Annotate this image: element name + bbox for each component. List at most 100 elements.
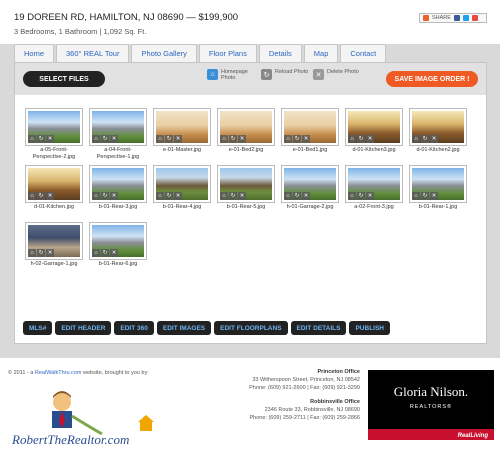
photo-card[interactable]: ⌂ ↻ ✕ e-01-Bed1.jpg <box>281 108 339 163</box>
home-icon[interactable]: ⌂ <box>412 135 420 143</box>
photo-card[interactable]: ⌂ ↻ ✕ h-01-Garrage-2.jpg <box>281 165 339 220</box>
photo-card[interactable]: ⌂ ↻ ✕ d-01-Kitchen2.jpg <box>409 108 467 163</box>
tab-home[interactable]: Home <box>14 44 55 62</box>
photo-card[interactable]: ⌂ ↻ ✕ a-05-Front-Perspective-2.jpg <box>25 108 83 163</box>
reload-icon[interactable]: ↻ <box>357 135 365 143</box>
photo-thumbnail[interactable]: ⌂ ↻ ✕ <box>25 165 83 203</box>
reload-icon[interactable]: ↻ <box>101 249 109 257</box>
realwalkthru-link[interactable]: RealWalkThru.com <box>35 370 82 376</box>
delete-icon[interactable]: ✕ <box>174 192 182 200</box>
reload-icon[interactable]: ↻ <box>357 192 365 200</box>
share-button[interactable]: SHARE <box>419 13 487 23</box>
twitter-icon[interactable] <box>462 15 469 21</box>
gloria-nilson-logo[interactable]: Gloria Nilson. REALTORS® RealLiving <box>368 370 494 440</box>
photo-card[interactable]: ⌂ ↻ ✕ h-02-Garrage-1.jpg <box>25 222 83 277</box>
reload-icon[interactable]: ↻ <box>421 135 429 143</box>
photo-thumbnail[interactable]: ⌂ ↻ ✕ <box>217 108 275 146</box>
robert-the-realtor-logo[interactable]: RobertTheRealtor.com <box>10 386 160 450</box>
photo-thumbnail[interactable]: ⌂ ↻ ✕ <box>89 222 147 260</box>
home-icon[interactable]: ⌂ <box>220 192 228 200</box>
home-icon[interactable]: ⌂ <box>92 135 100 143</box>
photo-card[interactable]: ⌂ ↻ ✕ e-01-Master.jpg <box>153 108 211 163</box>
photo-card[interactable]: ⌂ ↻ ✕ d-01-Kitchen3.jpg <box>345 108 403 163</box>
photo-card[interactable]: ⌂ ↻ ✕ b-01-Rear-5.jpg <box>217 165 275 220</box>
photo-card[interactable]: ⌂ ↻ ✕ e-01-Bed2.jpg <box>217 108 275 163</box>
home-icon[interactable]: ⌂ <box>348 135 356 143</box>
edit-360-button[interactable]: EDIT 360 <box>114 321 154 335</box>
reload-icon[interactable]: ↻ <box>421 192 429 200</box>
reload-icon[interactable]: ↻ <box>229 192 237 200</box>
home-icon[interactable]: ⌂ <box>92 192 100 200</box>
photo-thumbnail[interactable]: ⌂ ↻ ✕ <box>153 165 211 203</box>
reload-icon[interactable]: ↻ <box>293 192 301 200</box>
reload-icon[interactable]: ↻ <box>37 192 45 200</box>
photo-thumbnail[interactable]: ⌂ ↻ ✕ <box>217 165 275 203</box>
facebook-icon[interactable] <box>453 15 460 21</box>
home-icon[interactable]: ⌂ <box>28 135 36 143</box>
photo-thumbnail[interactable]: ⌂ ↻ ✕ <box>281 108 339 146</box>
photo-card[interactable]: ⌂ ↻ ✕ b-01-Rear-6.jpg <box>89 222 147 277</box>
delete-icon[interactable]: ✕ <box>430 192 438 200</box>
mls-button[interactable]: MLS# <box>23 321 53 335</box>
photo-card[interactable]: ⌂ ↻ ✕ a-04-Front-Perspective-1.jpg <box>89 108 147 163</box>
tab-map[interactable]: Map <box>303 44 339 62</box>
delete-icon[interactable]: ✕ <box>46 192 54 200</box>
reload-icon[interactable]: ↻ <box>101 135 109 143</box>
photo-card[interactable]: ⌂ ↻ ✕ b-01-Rear-1.jpg <box>409 165 467 220</box>
photo-thumbnail[interactable]: ⌂ ↻ ✕ <box>89 108 147 146</box>
delete-icon[interactable]: ✕ <box>46 135 54 143</box>
save-image-order-button[interactable]: SAVE IMAGE ORDER ! <box>386 71 478 87</box>
delete-icon[interactable]: ✕ <box>110 135 118 143</box>
photo-thumbnail[interactable]: ⌂ ↻ ✕ <box>281 165 339 203</box>
home-icon[interactable]: ⌂ <box>156 135 164 143</box>
select-files-button[interactable]: SELECT FILES <box>23 71 105 87</box>
photo-thumbnail[interactable]: ⌂ ↻ ✕ <box>25 108 83 146</box>
home-icon[interactable]: ⌂ <box>220 135 228 143</box>
photo-thumbnail[interactable]: ⌂ ↻ ✕ <box>89 165 147 203</box>
delete-icon[interactable]: ✕ <box>238 192 246 200</box>
delete-icon[interactable]: ✕ <box>430 135 438 143</box>
home-icon[interactable]: ⌂ <box>28 249 36 257</box>
tab-360-tour[interactable]: 360° REAL Tour <box>56 44 130 62</box>
delete-icon[interactable]: ✕ <box>110 192 118 200</box>
photo-card[interactable]: ⌂ ↻ ✕ b-01-Rear-3.jpg <box>89 165 147 220</box>
home-icon[interactable]: ⌂ <box>284 192 292 200</box>
home-icon[interactable]: ⌂ <box>156 192 164 200</box>
reload-icon[interactable]: ↻ <box>165 135 173 143</box>
delete-icon[interactable]: ✕ <box>46 249 54 257</box>
reload-icon[interactable]: ↻ <box>165 192 173 200</box>
delete-icon[interactable]: ✕ <box>238 135 246 143</box>
reload-icon[interactable]: ↻ <box>101 192 109 200</box>
edit-details-button[interactable]: EDIT DETAILS <box>290 321 347 335</box>
home-icon[interactable]: ⌂ <box>284 135 292 143</box>
reload-icon[interactable]: ↻ <box>37 249 45 257</box>
delete-icon[interactable]: ✕ <box>366 135 374 143</box>
delete-icon[interactable]: ✕ <box>366 192 374 200</box>
photo-thumbnail[interactable]: ⌂ ↻ ✕ <box>345 108 403 146</box>
photo-thumbnail[interactable]: ⌂ ↻ ✕ <box>25 222 83 260</box>
reload-icon[interactable]: ↻ <box>37 135 45 143</box>
delete-icon[interactable]: ✕ <box>174 135 182 143</box>
photo-card[interactable]: ⌂ ↻ ✕ d-01-Kitchen.jpg <box>25 165 83 220</box>
photo-card[interactable]: ⌂ ↻ ✕ a-02-Front-3.jpg <box>345 165 403 220</box>
tab-contact[interactable]: Contact <box>340 44 387 62</box>
reload-icon[interactable]: ↻ <box>293 135 301 143</box>
email-icon[interactable] <box>471 15 478 21</box>
home-icon[interactable]: ⌂ <box>28 192 36 200</box>
photo-thumbnail[interactable]: ⌂ ↻ ✕ <box>409 165 467 203</box>
edit-images-button[interactable]: EDIT IMAGES <box>156 321 212 335</box>
publish-button[interactable]: PUBLISH <box>349 321 390 335</box>
tab-details[interactable]: Details <box>258 44 302 62</box>
tab-floor-plans[interactable]: Floor Plans <box>198 44 257 62</box>
home-icon[interactable]: ⌂ <box>412 192 420 200</box>
edit-floorplans-button[interactable]: EDIT FLOORPLANS <box>214 321 288 335</box>
tab-photo-gallery[interactable]: Photo Gallery <box>131 44 197 62</box>
photo-thumbnail[interactable]: ⌂ ↻ ✕ <box>153 108 211 146</box>
home-icon[interactable]: ⌂ <box>92 249 100 257</box>
photo-thumbnail[interactable]: ⌂ ↻ ✕ <box>409 108 467 146</box>
edit-header-button[interactable]: EDIT HEADER <box>55 321 112 335</box>
photo-card[interactable]: ⌂ ↻ ✕ b-01-Rear-4.jpg <box>153 165 211 220</box>
delete-icon[interactable]: ✕ <box>302 192 310 200</box>
home-icon[interactable]: ⌂ <box>348 192 356 200</box>
delete-icon[interactable]: ✕ <box>110 249 118 257</box>
